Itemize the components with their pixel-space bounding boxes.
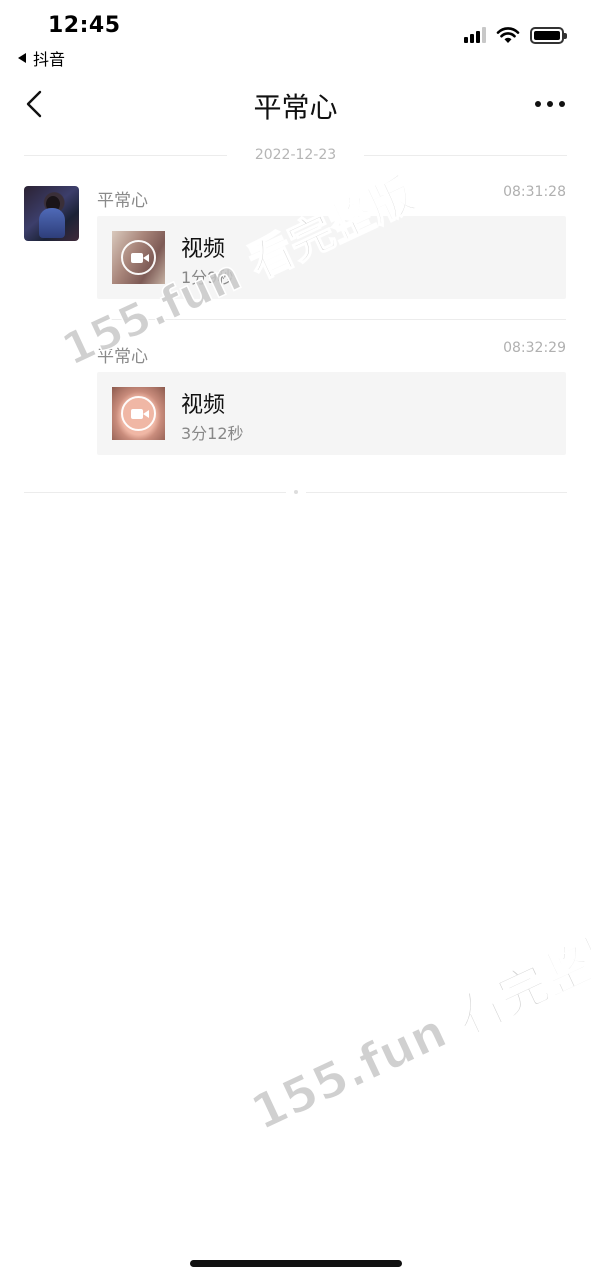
video-duration: 3分12秒 <box>181 424 244 443</box>
end-divider <box>24 490 567 494</box>
message-time: 08:31:28 <box>503 184 566 200</box>
message-sender: 平常心 <box>97 191 148 211</box>
page-title: 平常心 <box>253 91 338 124</box>
avatar[interactable] <box>24 186 79 241</box>
wifi-icon <box>496 27 520 43</box>
video-camera-icon <box>121 396 156 431</box>
status-time: 12:45 <box>48 13 121 38</box>
video-thumbnail <box>112 387 165 440</box>
cellular-signal-icon <box>464 27 486 43</box>
video-label: 视频 <box>181 393 226 418</box>
more-dots-icon[interactable] <box>535 94 565 114</box>
back-triangle-icon <box>18 53 26 63</box>
back-app-label: 抖音 <box>33 50 66 69</box>
message-item: 平常心 08:32:29 视频 3分12秒 <box>97 340 566 455</box>
message-time: 08:32:29 <box>503 340 566 356</box>
date-divider: 2022-12-23 <box>24 146 567 164</box>
date-label: 2022-12-23 <box>254 147 337 163</box>
video-message-card[interactable]: 视频 3分12秒 <box>97 372 566 455</box>
watermark: 155.fun 看完整版 <box>242 914 591 1142</box>
battery-icon <box>530 26 567 44</box>
home-indicator[interactable] <box>190 1260 402 1267</box>
video-camera-icon <box>121 240 156 275</box>
back-to-app-button[interactable]: 抖音 <box>18 46 65 70</box>
status-icons <box>464 26 567 44</box>
